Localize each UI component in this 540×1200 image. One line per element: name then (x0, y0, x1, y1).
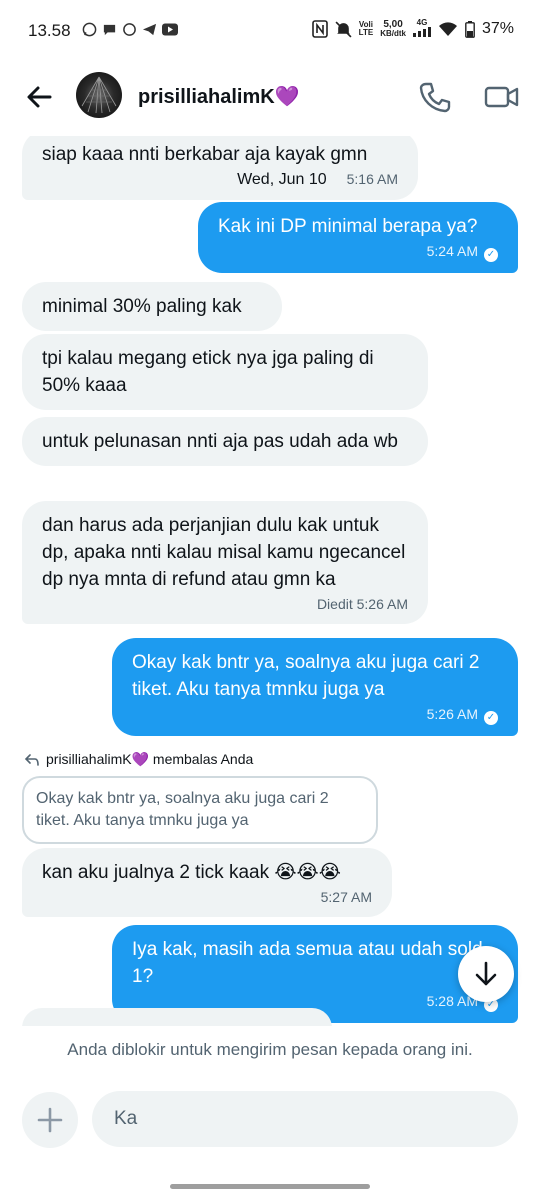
message-time: 5:26 AM (426, 706, 478, 722)
message-meta: Wed, Jun 10 5:16 AM (42, 170, 398, 189)
message-meta: Diedit 5:26 AM (42, 595, 408, 613)
read-check-icon: ✓ (484, 248, 498, 262)
quoted-message[interactable]: Okay kak bntr ya, soalnya aku juga cari … (22, 776, 378, 844)
message-incoming[interactable]: tpi kalau megang etick nya jga paling di… (22, 334, 428, 410)
contact-name[interactable]: prisilliahalimK💜 (138, 84, 300, 109)
network-speed: 5,00 KB/dtk (380, 19, 406, 38)
read-check-icon: ✓ (484, 711, 498, 725)
message-list[interactable]: siap kaaa nnti berkabar aja kayak gmn We… (0, 136, 540, 1026)
arrow-down-icon (475, 961, 497, 986)
notification-icons (82, 22, 178, 37)
message-time: 5:24 AM (426, 243, 478, 259)
scroll-to-bottom-button[interactable] (458, 946, 514, 1002)
status-time: 13.58 (28, 21, 71, 40)
video-call-icon[interactable] (484, 80, 520, 114)
message-meta: 5:27 AM (42, 888, 372, 906)
avatar-image (81, 76, 117, 114)
phone-call-icon[interactable] (418, 80, 452, 114)
back-arrow-icon[interactable] (24, 82, 54, 112)
message-icon (103, 24, 116, 36)
mute-icon (335, 20, 352, 38)
message-text: Iya kak, masih ada semua atau udah sold … (132, 939, 483, 987)
message-text: Okay kak bntr ya, soalnya aku juga cari … (132, 652, 480, 700)
message-incoming[interactable]: minimal 30% paling kak (22, 282, 282, 331)
message-time: 5:27 AM (320, 889, 372, 905)
plus-icon (37, 1107, 63, 1133)
youtube-icon (162, 23, 178, 36)
battery-icon (465, 20, 475, 38)
message-text: Kak ini DP minimal berapa ya? (218, 216, 478, 237)
message-outgoing[interactable]: Okay kak bntr ya, soalnya aku juga cari … (112, 638, 518, 736)
blocked-notice: Anda diblokir untuk mengirim pesan kepad… (67, 1040, 473, 1059)
message-time: Diedit 5:26 AM (316, 596, 408, 612)
system-icons: Voli LTE 5,00 KB/dtk 4G 37% (311, 19, 514, 39)
chat-bubble-icon (123, 23, 136, 36)
signal-bars-icon (412, 27, 431, 37)
nfc-icon (311, 20, 328, 38)
message-meta: 5:26 AM ✓ (132, 705, 498, 725)
whatsapp-icon (82, 22, 97, 37)
message-outgoing[interactable]: Kak ini DP minimal berapa ya? 5:24 AM ✓ (198, 202, 518, 273)
reply-arrow-icon (24, 753, 39, 766)
conversation-header: prisilliahalimK💜 (0, 60, 540, 136)
message-incoming[interactable]: siap kaaa nnti berkabar aja kayak gmn We… (22, 136, 418, 200)
add-media-button[interactable] (22, 1092, 78, 1148)
signal-4g: 4G (412, 19, 431, 39)
volte-indicator: Voli LTE (358, 20, 374, 37)
message-time: 5:16 AM (346, 171, 398, 187)
message-input[interactable] (92, 1091, 518, 1147)
message-text: kan aku jualnya 2 tick kaak 😭😭😭 (42, 862, 341, 883)
message-text: untuk pelunasan nnti aja pas udah ada wb (42, 431, 398, 452)
message-text: siap kaaa nnti berkabar aja kayak gmn (42, 144, 368, 165)
message-meta: 5:24 AM ✓ (218, 242, 498, 262)
avatar[interactable] (76, 72, 122, 118)
message-text: minimal 30% paling kak (42, 296, 242, 317)
reply-context-label: prisilliahalimK💜 membalas Anda (24, 751, 253, 768)
home-indicator[interactable] (170, 1184, 370, 1189)
wifi-icon (438, 22, 457, 36)
telegram-icon (142, 23, 157, 36)
status-bar: 13.58 Voli LTE 5,00 KB/dtk 4G 37% (0, 0, 540, 60)
message-incoming-partial (22, 1008, 332, 1026)
message-text: dan harus ada perjanjian dulu kak untuk … (42, 515, 406, 590)
message-incoming[interactable]: kan aku jualnya 2 tick kaak 😭😭😭 5:27 AM (22, 848, 392, 917)
battery-percent: 37% (481, 20, 514, 37)
message-date: Wed, Jun 10 (237, 171, 327, 188)
message-text: tpi kalau megang etick nya jga paling di… (42, 348, 374, 396)
message-incoming[interactable]: untuk pelunasan nnti aja pas udah ada wb (22, 417, 428, 466)
message-incoming[interactable]: dan harus ada perjanjian dulu kak untuk … (22, 501, 428, 624)
